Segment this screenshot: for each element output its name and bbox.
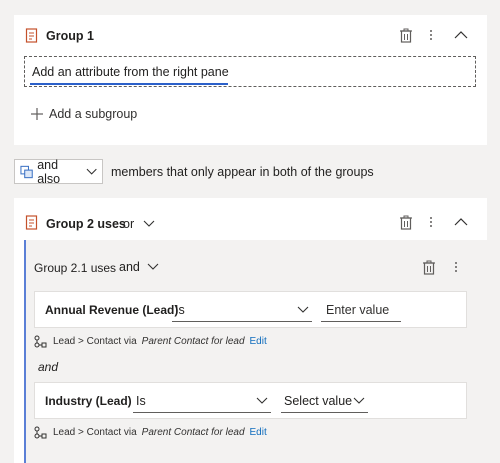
- condition-attribute: Annual Revenue (Lead): [45, 303, 179, 317]
- group1-card: Group 1 Add an attribute from the right …: [14, 15, 487, 145]
- attribute-underline: [30, 83, 228, 85]
- condition-path-relationship: Parent Contact for lead: [141, 336, 245, 347]
- condition-path: Lead > Contact via Parent Contact for le…: [34, 426, 267, 439]
- combine-description: members that only appear in both of the …: [111, 165, 374, 179]
- add-subgroup-label: Add a subgroup: [49, 107, 138, 121]
- condition-value-input[interactable]: Enter value: [321, 298, 401, 322]
- subgroup-operator-value: and: [119, 260, 140, 274]
- condition-path-edit-link[interactable]: Edit: [250, 336, 267, 347]
- plus-icon: [31, 108, 43, 120]
- trash-icon[interactable]: [420, 258, 438, 276]
- condition-value-dropdown[interactable]: Select value: [281, 389, 368, 413]
- condition-path: Lead > Contact via Parent Contact for le…: [34, 335, 267, 348]
- condition-conjunction: and: [38, 360, 59, 374]
- group2-title: Group 2 uses: [46, 217, 126, 231]
- chevron-down-icon: [147, 263, 159, 270]
- document-icon: [25, 28, 39, 47]
- trash-icon[interactable]: [397, 26, 415, 44]
- group2-operator-value: or: [123, 217, 135, 231]
- merge-icon: [20, 165, 33, 178]
- more-icon[interactable]: [424, 26, 438, 44]
- combine-operator-dropdown[interactable]: and also: [14, 157, 103, 186]
- condition-value-placeholder: Enter value: [326, 302, 390, 317]
- group1-title: Group 1: [46, 29, 94, 43]
- relationship-icon: [34, 335, 47, 348]
- more-icon[interactable]: [424, 213, 438, 231]
- subgroup-operator-dropdown[interactable]: and: [116, 256, 162, 278]
- chevron-up-icon[interactable]: [452, 214, 470, 230]
- condition-row: Industry (Lead) Is Select value: [34, 382, 467, 419]
- chevron-down-icon: [143, 220, 155, 227]
- condition-value-placeholder: Select value: [284, 393, 353, 408]
- condition-attribute: Industry (Lead): [45, 394, 132, 408]
- document-icon: [25, 215, 39, 234]
- group2-operator-dropdown[interactable]: or: [120, 213, 158, 235]
- subgroup-container: Group 2.1 uses and Annual Revenue (Lead)…: [24, 240, 487, 463]
- condition-comparison-dropdown[interactable]: Is: [133, 389, 271, 413]
- condition-path-relationship: Parent Contact for lead: [141, 427, 245, 438]
- condition-comparison-value: Is: [175, 302, 185, 317]
- attribute-placeholder-text: Add an attribute from the right pane: [32, 64, 229, 79]
- chevron-up-icon[interactable]: [452, 27, 470, 43]
- add-subgroup-button[interactable]: Add a subgroup: [30, 107, 137, 121]
- condition-path-prefix: Lead > Contact via: [53, 336, 137, 347]
- relationship-icon: [34, 426, 47, 439]
- condition-comparison-value: Is: [136, 393, 146, 408]
- combine-operator-value: and also: [37, 157, 61, 186]
- chevron-down-icon: [297, 306, 309, 313]
- condition-path-edit-link[interactable]: Edit: [250, 427, 267, 438]
- more-icon[interactable]: [449, 258, 463, 276]
- chevron-down-icon: [353, 397, 365, 404]
- chevron-down-icon: [256, 397, 268, 404]
- subgroup-title: Group 2.1 uses: [34, 261, 117, 275]
- condition-path-prefix: Lead > Contact via: [53, 427, 137, 438]
- trash-icon[interactable]: [397, 213, 415, 231]
- group2-card: Group 2 uses or Group 2.1 uses and Annua…: [14, 198, 487, 463]
- chevron-down-icon: [86, 168, 97, 175]
- condition-comparison-dropdown[interactable]: Is: [172, 298, 312, 322]
- condition-row: Annual Revenue (Lead) Is Enter value: [34, 291, 467, 328]
